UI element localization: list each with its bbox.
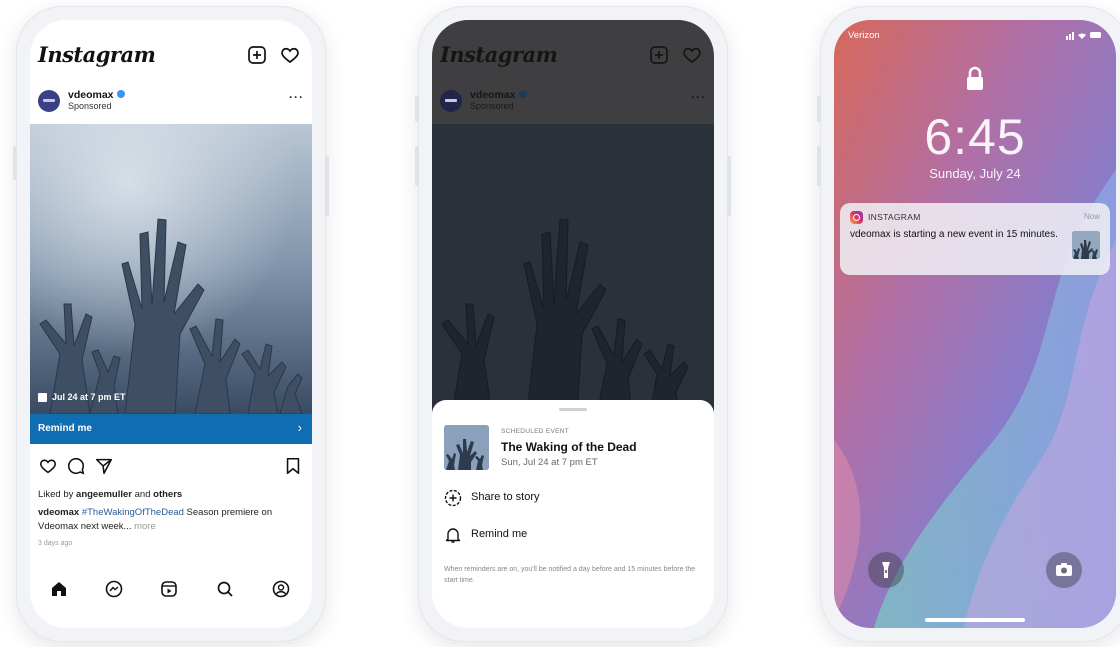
post-image[interactable]: Jul 24 at 7 pm ET	[30, 124, 312, 414]
app-header: Instagram	[30, 20, 312, 78]
lock-icon	[967, 66, 983, 90]
notification-app: INSTAGRAM	[868, 212, 921, 222]
zombie-hands-image	[30, 124, 312, 414]
comment-icon[interactable]	[66, 456, 86, 476]
event-bottom-sheet: SCHEDULED EVENT The Waking of the Dead S…	[432, 400, 714, 628]
liked-mid: and	[132, 489, 154, 500]
carrier-label: Verizon	[848, 30, 880, 41]
event-date: Sun, Jul 24 at 7 pm ET	[501, 457, 598, 468]
app-header: Instagram	[432, 20, 714, 78]
zombie-hands-thumbnail	[1072, 231, 1100, 259]
home-indicator[interactable]	[925, 618, 1025, 622]
event-date-chip: Jul 24 at 7 pm ET	[38, 392, 126, 402]
volume-button	[817, 146, 821, 186]
feed-phone: Instagram vdeomax Sponsored ··· Jul 24 a…	[13, 6, 329, 642]
app-logo: Instagram	[38, 42, 156, 67]
heart-icon	[683, 47, 701, 64]
search-icon[interactable]	[216, 580, 234, 598]
power-button	[727, 156, 731, 216]
lock-screen: Verizon 6:45 Sunday, July 24 INSTAGRAM N…	[834, 20, 1116, 628]
event-kicker: SCHEDULED EVENT	[501, 428, 570, 435]
dimmed-feed[interactable]: Instagram vdeomax Sponsored ···	[432, 20, 714, 414]
sheet-phone: Instagram vdeomax Sponsored ··· SCHEDULE…	[415, 6, 731, 642]
caption-hashtag[interactable]: #TheWakingOfTheDead	[82, 507, 184, 518]
flashlight-button[interactable]	[868, 552, 904, 588]
post-header: vdeomax Sponsored ···	[432, 84, 714, 122]
likes-summary[interactable]: Liked by angeemuller and others	[38, 489, 182, 500]
app-logo: Instagram	[440, 42, 558, 67]
share-to-story-label: Share to story	[471, 491, 540, 503]
remind-me-button[interactable]: Remind me ›	[30, 414, 312, 444]
heart-icon[interactable]	[38, 456, 58, 476]
calendar-icon	[38, 392, 47, 402]
event-thumbnail	[444, 425, 489, 470]
liked-others: others	[153, 489, 183, 500]
bell-icon	[445, 528, 461, 543]
reminder-note: When reminders are on, you'll be notifie…	[444, 566, 696, 584]
post-time: 3 days ago	[38, 540, 73, 547]
caption-username[interactable]: vdeomax	[38, 507, 79, 518]
home-icon[interactable]	[50, 580, 68, 598]
post-image	[432, 124, 714, 414]
post-actions	[30, 452, 312, 480]
notification-time: Now	[1083, 212, 1100, 221]
avatar	[440, 90, 462, 112]
zombie-hands-image	[432, 124, 714, 414]
profile-icon[interactable]	[272, 580, 290, 598]
more-options-icon: ···	[691, 90, 706, 104]
lock-date: Sunday, July 24	[929, 166, 1021, 181]
camera-button[interactable]	[1046, 552, 1082, 588]
plus-square-icon[interactable]	[246, 44, 268, 66]
remind-me-button[interactable]: Remind me	[444, 524, 702, 546]
send-icon[interactable]	[94, 456, 114, 476]
bottom-tab-bar	[30, 568, 312, 612]
power-button	[325, 156, 329, 216]
post-caption: vdeomax #TheWakingOfTheDead Season premi…	[38, 506, 304, 534]
notification-thumbnail	[1072, 231, 1100, 259]
lock-time: 6:45	[924, 109, 1026, 165]
camera-icon	[1056, 563, 1072, 576]
remind-me-label: Remind me	[38, 423, 92, 434]
flashlight-icon	[882, 562, 890, 578]
more-options-icon[interactable]: ···	[289, 90, 304, 104]
volume-button	[415, 146, 419, 186]
sheet-screen: Instagram vdeomax Sponsored ··· SCHEDULE…	[432, 20, 714, 628]
post-header: vdeomax Sponsored ···	[30, 84, 312, 122]
volume-button	[13, 146, 17, 180]
verified-badge-icon	[116, 90, 125, 98]
sheet-grabber[interactable]	[559, 408, 587, 411]
avatar[interactable]	[38, 90, 60, 112]
volume-button	[817, 96, 821, 122]
plus-square-icon	[650, 46, 668, 64]
event-date-text: Jul 24 at 7 pm ET	[52, 392, 126, 402]
liked-prefix: Liked by	[38, 489, 77, 500]
status-icons	[1066, 32, 1101, 40]
heart-icon[interactable]	[279, 44, 301, 66]
instagram-app-icon	[850, 211, 863, 224]
sponsored-label: Sponsored	[470, 101, 514, 111]
post-username[interactable]: vdeomax	[68, 89, 125, 101]
caption-more-link[interactable]: more	[131, 521, 156, 532]
zombie-hands-thumbnail	[444, 425, 489, 470]
add-story-icon	[444, 489, 462, 507]
feed-screen: Instagram vdeomax Sponsored ··· Jul 24 a…	[30, 20, 312, 628]
reels-icon[interactable]	[160, 580, 178, 598]
notification-card[interactable]: INSTAGRAM Now vdeomax is starting a new …	[840, 203, 1110, 275]
remind-me-label: Remind me	[471, 528, 528, 540]
event-title: The Waking of the Dead	[501, 440, 637, 454]
notification-body: vdeomax is starting a new event in 15 mi…	[850, 229, 1058, 240]
verified-badge-icon	[518, 90, 527, 98]
bookmark-icon[interactable]	[284, 456, 302, 476]
share-to-story-button[interactable]: Share to story	[444, 487, 702, 509]
messenger-icon[interactable]	[105, 580, 123, 598]
sponsored-label: Sponsored	[68, 101, 112, 111]
volume-button	[415, 96, 419, 122]
post-username: vdeomax	[470, 89, 527, 101]
liked-user: angeemuller	[76, 489, 132, 500]
chevron-right-icon: ›	[297, 420, 302, 435]
lock-phone: Verizon 6:45 Sunday, July 24 INSTAGRAM N…	[817, 6, 1120, 642]
